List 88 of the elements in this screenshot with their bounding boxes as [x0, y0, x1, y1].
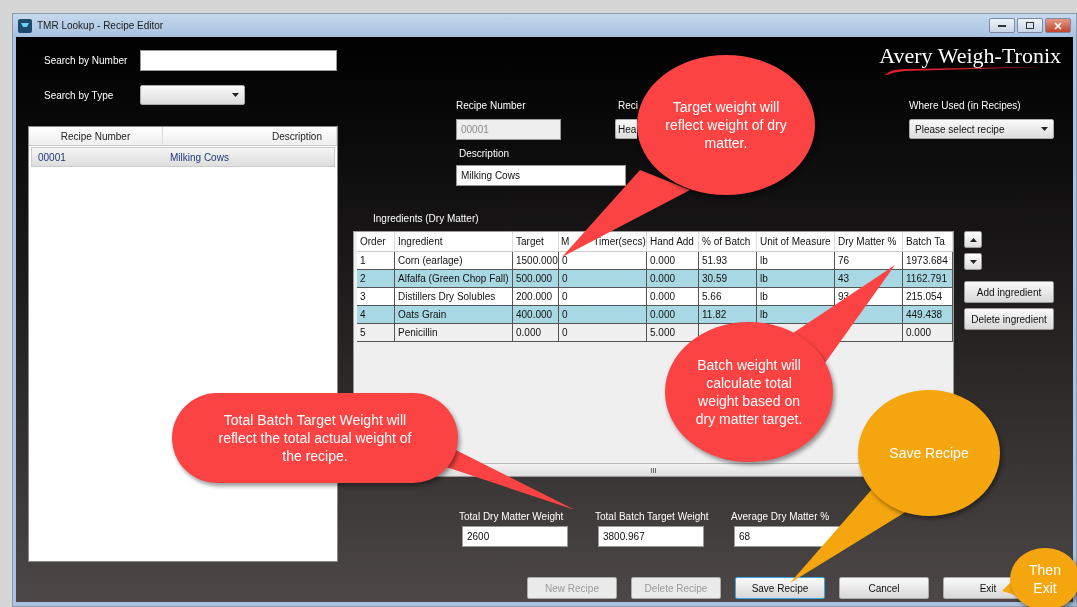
minimize-button[interactable]	[989, 18, 1015, 33]
total-field[interactable]: 2600	[462, 526, 568, 547]
maximize-button[interactable]	[1017, 18, 1043, 33]
total-label: Total Dry Matter Weight	[459, 511, 564, 522]
column-header[interactable]: % of Batch	[699, 232, 757, 251]
caret-icon	[1041, 127, 1048, 131]
table-cell: lb	[757, 252, 835, 269]
column-header[interactable]: M	[561, 236, 570, 247]
table-cell: 0.000	[903, 324, 953, 341]
action-button[interactable]: Cancel	[839, 577, 929, 599]
table-cell: 51.93	[699, 252, 757, 269]
action-button[interactable]: Save Recipe	[735, 577, 825, 599]
recipe-type-label: Reci	[617, 100, 637, 111]
caret-icon	[232, 93, 239, 97]
table-cell: Penicillin	[395, 324, 513, 341]
down-arrow-icon	[969, 259, 977, 264]
table-cell: 0.000	[647, 288, 699, 305]
total-label: Total Batch Target Weight	[595, 511, 709, 522]
scroll-grip: III	[650, 465, 657, 475]
maximize-icon	[1026, 22, 1034, 29]
column-header[interactable]: Timer(secs)	[593, 236, 646, 247]
table-cell: 3	[357, 288, 395, 305]
up-arrow-icon	[969, 237, 977, 242]
recipe-description-cell-text: Milking Cows	[169, 150, 230, 165]
move-down-button[interactable]	[964, 253, 982, 270]
table-cell: lb	[757, 270, 835, 287]
column-header[interactable]: Target	[513, 232, 559, 251]
description-field[interactable]: Milking Cows	[456, 165, 626, 186]
table-cell: 200.000	[513, 288, 559, 305]
table-cell: 0	[559, 270, 647, 287]
table-cell: 500.000	[513, 270, 559, 287]
table-cell: 2	[357, 270, 395, 287]
table-cell: Corn (earlage)	[395, 252, 513, 269]
table-cell: 5.66	[699, 288, 757, 305]
table-cell: 0	[559, 306, 647, 323]
table-cell: 1500.000	[513, 252, 559, 269]
table-cell: 5	[357, 324, 395, 341]
where-used-label: Where Used (in Recipes)	[909, 100, 1022, 111]
close-icon	[1054, 21, 1062, 30]
table-cell: 1162.791	[903, 270, 953, 287]
app-icon	[18, 18, 32, 33]
ingredient-row[interactable]: 4 Oats Grain 400.000 0 0.000 11.82 lb 449.438	[357, 306, 953, 324]
column-header[interactable]: Recipe Number	[29, 127, 163, 145]
column-header[interactable]: Batch Ta	[903, 232, 953, 251]
table-cell: 4	[357, 306, 395, 323]
table-cell: 215.054	[903, 288, 953, 305]
table-cell: 0	[559, 324, 647, 341]
window-title: TMR Lookup - Recipe Editor	[37, 20, 164, 31]
table-cell: 400.000	[513, 306, 559, 323]
column-header[interactable]: Order	[357, 232, 395, 251]
column-header[interactable]: Ingredient	[395, 232, 513, 251]
ingredient-row[interactable]: 1 Corn (earlage) 1500.000 0 0.000 51.93 lb 76 1973.684	[357, 252, 953, 270]
column-header[interactable]: Description	[163, 127, 337, 145]
recipe-number-cell-text: 00001	[37, 150, 67, 165]
logo-text: Avery Weigh-Tronix	[879, 45, 1061, 67]
table-cell: 0.000	[647, 252, 699, 269]
where-used-dropdown[interactable]: Please select recipe	[909, 119, 1054, 139]
table-cell: 1973.684	[903, 252, 953, 269]
ingredient-action-button[interactable]: Delete ingredient	[964, 308, 1054, 330]
table-cell: 0.000	[647, 270, 699, 287]
search-number-field[interactable]	[140, 49, 337, 71]
recipe-row[interactable]: 00001 Milking Cows	[31, 147, 335, 167]
table-cell: 0	[559, 288, 647, 305]
recipe-number-label: Recipe Number	[456, 100, 527, 111]
table-cell: Oats Grain	[395, 306, 513, 323]
ingredient-action-button[interactable]: Add ingredient	[964, 281, 1054, 303]
table-cell: Distillers Dry Solubles	[395, 288, 513, 305]
total-label: Average Dry Matter %	[731, 511, 830, 522]
close-button[interactable]	[1045, 18, 1071, 33]
table-cell: 449.438	[903, 306, 953, 323]
recipe-type-dropdown[interactable]: Hea	[615, 119, 637, 139]
column-header[interactable]: Unit of Measure	[757, 232, 835, 251]
table-cell: 30.59	[699, 270, 757, 287]
search-type-label: Search by Type	[43, 89, 115, 101]
column-header[interactable]: Hand Add	[647, 232, 699, 251]
search-number-label: Search by Number	[43, 54, 129, 66]
column-header[interactable]: Dry Matter %	[835, 232, 903, 251]
ingredient-row[interactable]: 2 Alfalfa (Green Chop Fall) 500.000 0 0.000 30.59 lb 43 1162.791	[357, 270, 953, 288]
table-cell: Alfalfa (Green Chop Fall)	[395, 270, 513, 287]
move-up-button[interactable]	[964, 231, 982, 248]
total-field[interactable]: 68	[734, 526, 840, 547]
table-cell: 0.000	[513, 324, 559, 341]
description-label: Description	[458, 148, 511, 159]
ingredients-title: Ingredients (Dry Matter)	[373, 213, 480, 224]
minimize-icon	[998, 24, 1006, 27]
table-cell: 1	[357, 252, 395, 269]
total-field[interactable]: 3800.967	[598, 526, 704, 547]
table-cell: 0.000	[647, 306, 699, 323]
